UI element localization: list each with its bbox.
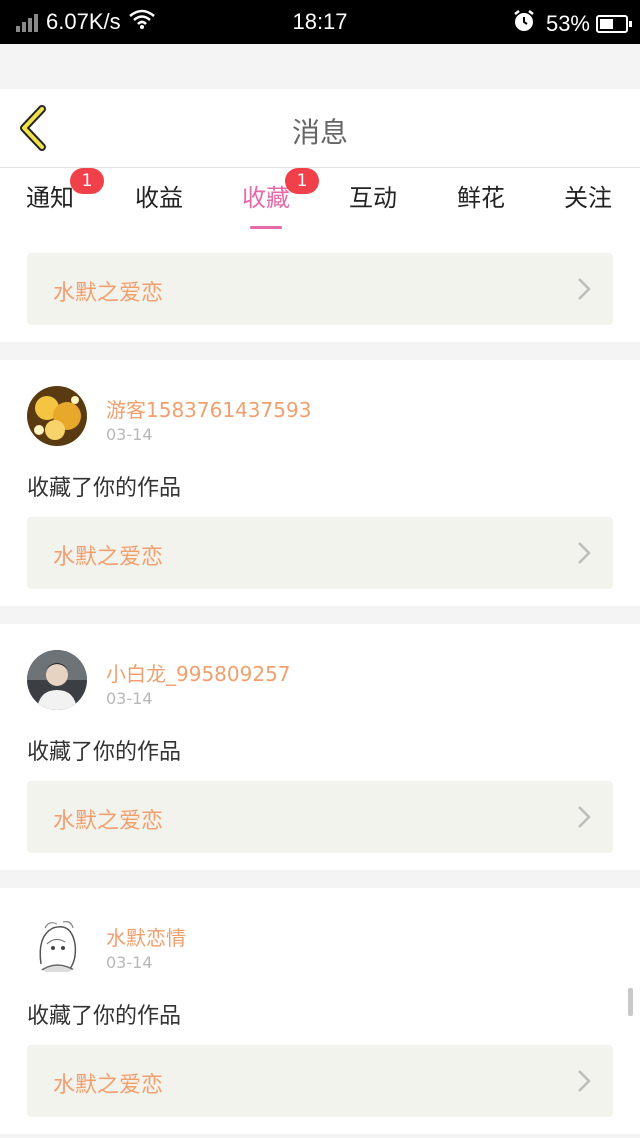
- message-date: 03-14: [106, 953, 153, 972]
- scrollbar[interactable]: [628, 988, 633, 1016]
- avatar[interactable]: [27, 650, 87, 710]
- tab-favorites[interactable]: 收藏 1: [216, 168, 319, 229]
- chevron-right-icon: [578, 806, 591, 828]
- username[interactable]: 游客1583761437593: [106, 394, 311, 423]
- list-item: 游客1583761437593 03-14 收藏了你的作品 水默之爱恋: [0, 360, 640, 606]
- unread-badge: 1: [285, 168, 319, 194]
- tab-label: 收藏: [242, 184, 290, 212]
- list-item: 水默恋情 03-14 收藏了你的作品 水默之爱恋: [0, 888, 640, 1134]
- header: 消息: [0, 89, 640, 168]
- list-item: 小白龙_995809257 03-14 收藏了你的作品 水默之爱恋: [0, 624, 640, 870]
- work-title: 水默之爱恋: [53, 1073, 164, 1098]
- battery-fill: [600, 19, 613, 29]
- avatar[interactable]: [27, 914, 87, 974]
- work-link[interactable]: 水默之爱恋: [27, 1045, 613, 1117]
- message-date: 03-14: [106, 689, 153, 708]
- work-link[interactable]: 水默之爱恋: [27, 517, 613, 589]
- tab-interactions[interactable]: 互动: [323, 178, 423, 213]
- tab-label: 收益: [135, 184, 183, 212]
- chevron-right-icon: [578, 1070, 591, 1092]
- username[interactable]: 小白龙_995809257: [106, 658, 291, 687]
- work-title: 水默之爱恋: [53, 545, 164, 570]
- page-title: 消息: [291, 116, 348, 149]
- tab-following[interactable]: 关注: [538, 178, 638, 213]
- avatar-image: [27, 914, 87, 974]
- username[interactable]: 水默恋情: [106, 922, 186, 951]
- battery-icon: [596, 15, 632, 33]
- tab-earnings[interactable]: 收益: [109, 178, 209, 213]
- work-link[interactable]: 水默之爱恋: [27, 781, 613, 853]
- battery-percent: 53%: [545, 11, 590, 36]
- tab-bar: 通知 1 收益 收藏 1 互动 鲜花 关注: [0, 168, 640, 230]
- work-link[interactable]: 水默之爱恋: [27, 253, 613, 325]
- avatar-image: [27, 386, 87, 446]
- message-text: 收藏了你的作品: [27, 1004, 182, 1029]
- status-bar: 6.07K/s 18:17 53%: [0, 0, 640, 44]
- work-title: 水默之爱恋: [53, 281, 164, 306]
- message-date: 03-14: [106, 425, 153, 444]
- clipped-text: [27, 232, 207, 240]
- tab-label: 关注: [564, 184, 612, 212]
- avatar[interactable]: [27, 386, 87, 446]
- message-text: 收藏了你的作品: [27, 476, 182, 501]
- work-title: 水默之爱恋: [53, 809, 164, 834]
- tab-label: 鲜花: [457, 184, 505, 212]
- message-text: 收藏了你的作品: [27, 740, 182, 765]
- unread-badge: 1: [70, 168, 104, 194]
- battery-nub: [629, 21, 632, 27]
- list-item: 水默之爱恋: [0, 230, 640, 342]
- tab-label: 通知: [26, 184, 74, 212]
- tab-label: 互动: [349, 184, 397, 212]
- chevron-right-icon: [578, 542, 591, 564]
- tab-notifications[interactable]: 通知 1: [0, 168, 104, 213]
- avatar-image: [27, 650, 87, 710]
- chevron-right-icon: [578, 278, 591, 300]
- active-tab-indicator: [250, 226, 282, 229]
- alarm-icon: [512, 9, 536, 39]
- tab-flowers[interactable]: 鲜花: [431, 178, 531, 213]
